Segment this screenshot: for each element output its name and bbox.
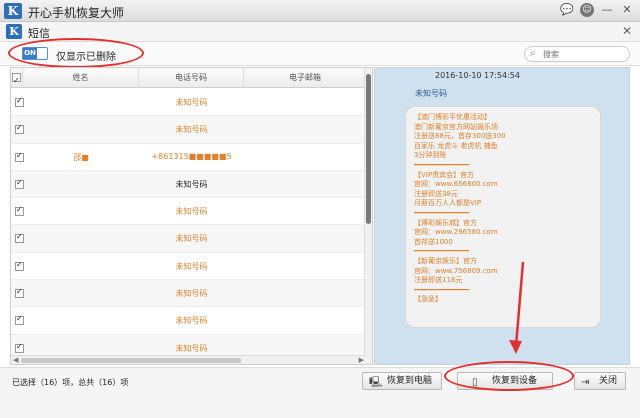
cell-phone: 未知号码	[175, 289, 208, 299]
vertical-scroll-thumb[interactable]	[366, 74, 371, 224]
restore-to-device-label: 恢复到设备	[492, 376, 538, 386]
message-line: 月薪百万人人都是VIP	[414, 199, 482, 208]
chat-icon[interactable]: 💬	[560, 3, 574, 17]
message-line: 【澳门博彩平优惠活动】	[414, 113, 491, 121]
toggle-state: ON	[23, 48, 37, 59]
row-checkbox[interactable]	[15, 96, 24, 107]
device-icon: ▯	[472, 377, 478, 388]
close-button[interactable]: ⇥ 关闭	[574, 372, 626, 390]
select-all-checkbox[interactable]	[11, 68, 23, 91]
close-label: 关闭	[599, 376, 618, 386]
restore-to-pc-label: 恢复到电脑	[387, 376, 433, 386]
message-line: 注册即送118元	[414, 276, 463, 285]
row-checkbox[interactable]	[15, 123, 24, 135]
table-header: 姓名 电话号码 电子邮箱	[11, 68, 366, 91]
search-icon: ⌕	[530, 48, 536, 59]
message-line: 【急急】	[414, 295, 442, 304]
module-logo-icon: K	[6, 24, 22, 39]
deleted-only-label: 仅显示已删除	[56, 52, 116, 63]
message-timestamp: 2016-10-10 17:54:54	[435, 71, 520, 80]
scroll-right-icon[interactable]: ▶	[359, 356, 364, 364]
cell-phone: 未知号码	[175, 343, 208, 353]
window-controls: 💬 ☺ — ✕	[560, 3, 634, 17]
deleted-only-toggle[interactable]: ON	[22, 47, 48, 60]
row-checkbox[interactable]	[15, 232, 24, 244]
message-line: 官网：www.756809.com	[414, 266, 498, 275]
status-bar: 已选择（16）项，总共（16）项 🖳 恢复到电脑 ▯ 恢复到设备 ⇥ 关闭	[0, 367, 640, 418]
message-sender: 未知号码	[415, 89, 447, 98]
minimize-icon[interactable]: —	[600, 3, 614, 17]
table-row[interactable]: 未知号码	[11, 280, 366, 308]
message-preview-panel: 2016-10-10 17:54:54 未知号码 【澳门博彩平优惠活动】 澳门新…	[374, 67, 630, 365]
selection-status: 已选择（16）项，总共（16）项	[12, 378, 129, 387]
message-line: 百家乐 龙虎斗 老虎机 捕鱼	[414, 141, 498, 150]
message-line: ━━━━━━━━━━━━━	[414, 160, 469, 169]
horizontal-scrollbar[interactable]: ◀ ▶	[11, 355, 366, 364]
row-checkbox[interactable]	[15, 287, 24, 299]
toolbar: ON 仅显示已删除 ⌕	[0, 42, 640, 66]
cell-phone: 未知号码	[175, 261, 208, 271]
table-row[interactable]: 未知号码	[11, 307, 366, 335]
cell-phone: 未知号码	[175, 125, 208, 135]
app-title: 开心手机恢复大师	[28, 6, 125, 20]
feedback-icon[interactable]: ☺	[580, 3, 594, 17]
table-row[interactable]: 未知号码	[11, 225, 366, 253]
cell-phone: 未知号码	[175, 179, 208, 189]
module-close-icon[interactable]: ✕	[622, 24, 632, 38]
module-title: 短信	[28, 27, 50, 40]
message-line: ━━━━━━━━━━━━━	[414, 247, 469, 256]
close-icon[interactable]: ✕	[620, 3, 634, 17]
checkbox-icon	[12, 71, 21, 91]
horizontal-scroll-thumb[interactable]	[21, 358, 241, 363]
message-line: 官网：www.656800.com	[414, 180, 498, 189]
cell-phone: 未知号码	[175, 234, 208, 244]
exit-icon: ⇥	[581, 377, 590, 388]
restore-to-device-button[interactable]: ▯ 恢复到设备	[457, 372, 553, 390]
scroll-left-icon[interactable]: ◀	[13, 356, 18, 364]
message-line: 官网：www.296580.com	[414, 228, 498, 237]
message-bubble: 【澳门博彩平优惠活动】 澳门新葡京官方网站娱乐场 注册送88元，首存300送30…	[405, 106, 601, 328]
message-line: 3分钟到账	[414, 151, 447, 160]
row-checkbox[interactable]	[15, 314, 24, 326]
sms-list-panel: 姓名 电话号码 电子邮箱 未知号码 未知号码 邵■ +861315■■■■■5 …	[10, 67, 373, 365]
message-line: 【VIP贵宾会】官方	[414, 170, 475, 179]
table-row[interactable]: 未知号码	[11, 170, 366, 199]
table-row[interactable]: 未知号码	[11, 253, 366, 281]
message-line: 澳门新葡京官方网站娱乐场	[414, 122, 498, 131]
column-header-email[interactable]: 电子邮箱	[244, 68, 366, 88]
table-row[interactable]: 未知号码	[11, 116, 366, 144]
title-bar: K 开心手机恢复大师 💬 ☺ — ✕	[0, 0, 640, 22]
cell-phone: 未知号码	[175, 316, 208, 326]
app-logo-icon: K	[4, 3, 22, 19]
message-line: 注册即送38元	[414, 189, 458, 198]
cell-phone: 未知号码	[175, 98, 208, 107]
table-row[interactable]: 未知号码	[11, 198, 366, 226]
table-row[interactable]: 未知号码	[11, 89, 366, 117]
vertical-scrollbar[interactable]	[364, 68, 372, 364]
search-box[interactable]: ⌕	[524, 46, 630, 62]
column-header-phone[interactable]: 电话号码	[139, 68, 244, 88]
row-checkbox[interactable]	[15, 260, 24, 271]
table-row[interactable]: 邵■ +861315■■■■■5	[11, 144, 366, 171]
computer-icon: 🖳	[369, 377, 383, 388]
cell-name: 邵■	[73, 152, 89, 162]
message-line: ━━━━━━━━━━━━━	[414, 208, 469, 217]
message-line: ━━━━━━━━━━━━━	[414, 285, 469, 294]
row-checkbox[interactable]	[15, 178, 24, 189]
row-checkbox[interactable]	[15, 205, 24, 217]
message-line: 注册送88元，首存300送300	[414, 132, 506, 141]
search-input[interactable]	[543, 48, 623, 60]
table-body: 未知号码 未知号码 邵■ +861315■■■■■5 未知号码 未知号码 未知号…	[11, 89, 366, 362]
column-header-name[interactable]: 姓名	[23, 68, 139, 88]
cell-phone: 未知号码	[175, 207, 208, 217]
module-header: K 短信 ✕	[0, 22, 640, 42]
cell-phone: +861315■■■■■5	[151, 151, 232, 161]
message-line: 首存送1000	[414, 237, 453, 246]
message-line: 【新葡京娱乐】官方	[414, 256, 477, 265]
row-checkbox[interactable]	[15, 342, 24, 353]
message-line: 【博彩娱乐城】官方	[414, 218, 477, 227]
restore-to-pc-button[interactable]: 🖳 恢复到电脑	[362, 372, 442, 390]
